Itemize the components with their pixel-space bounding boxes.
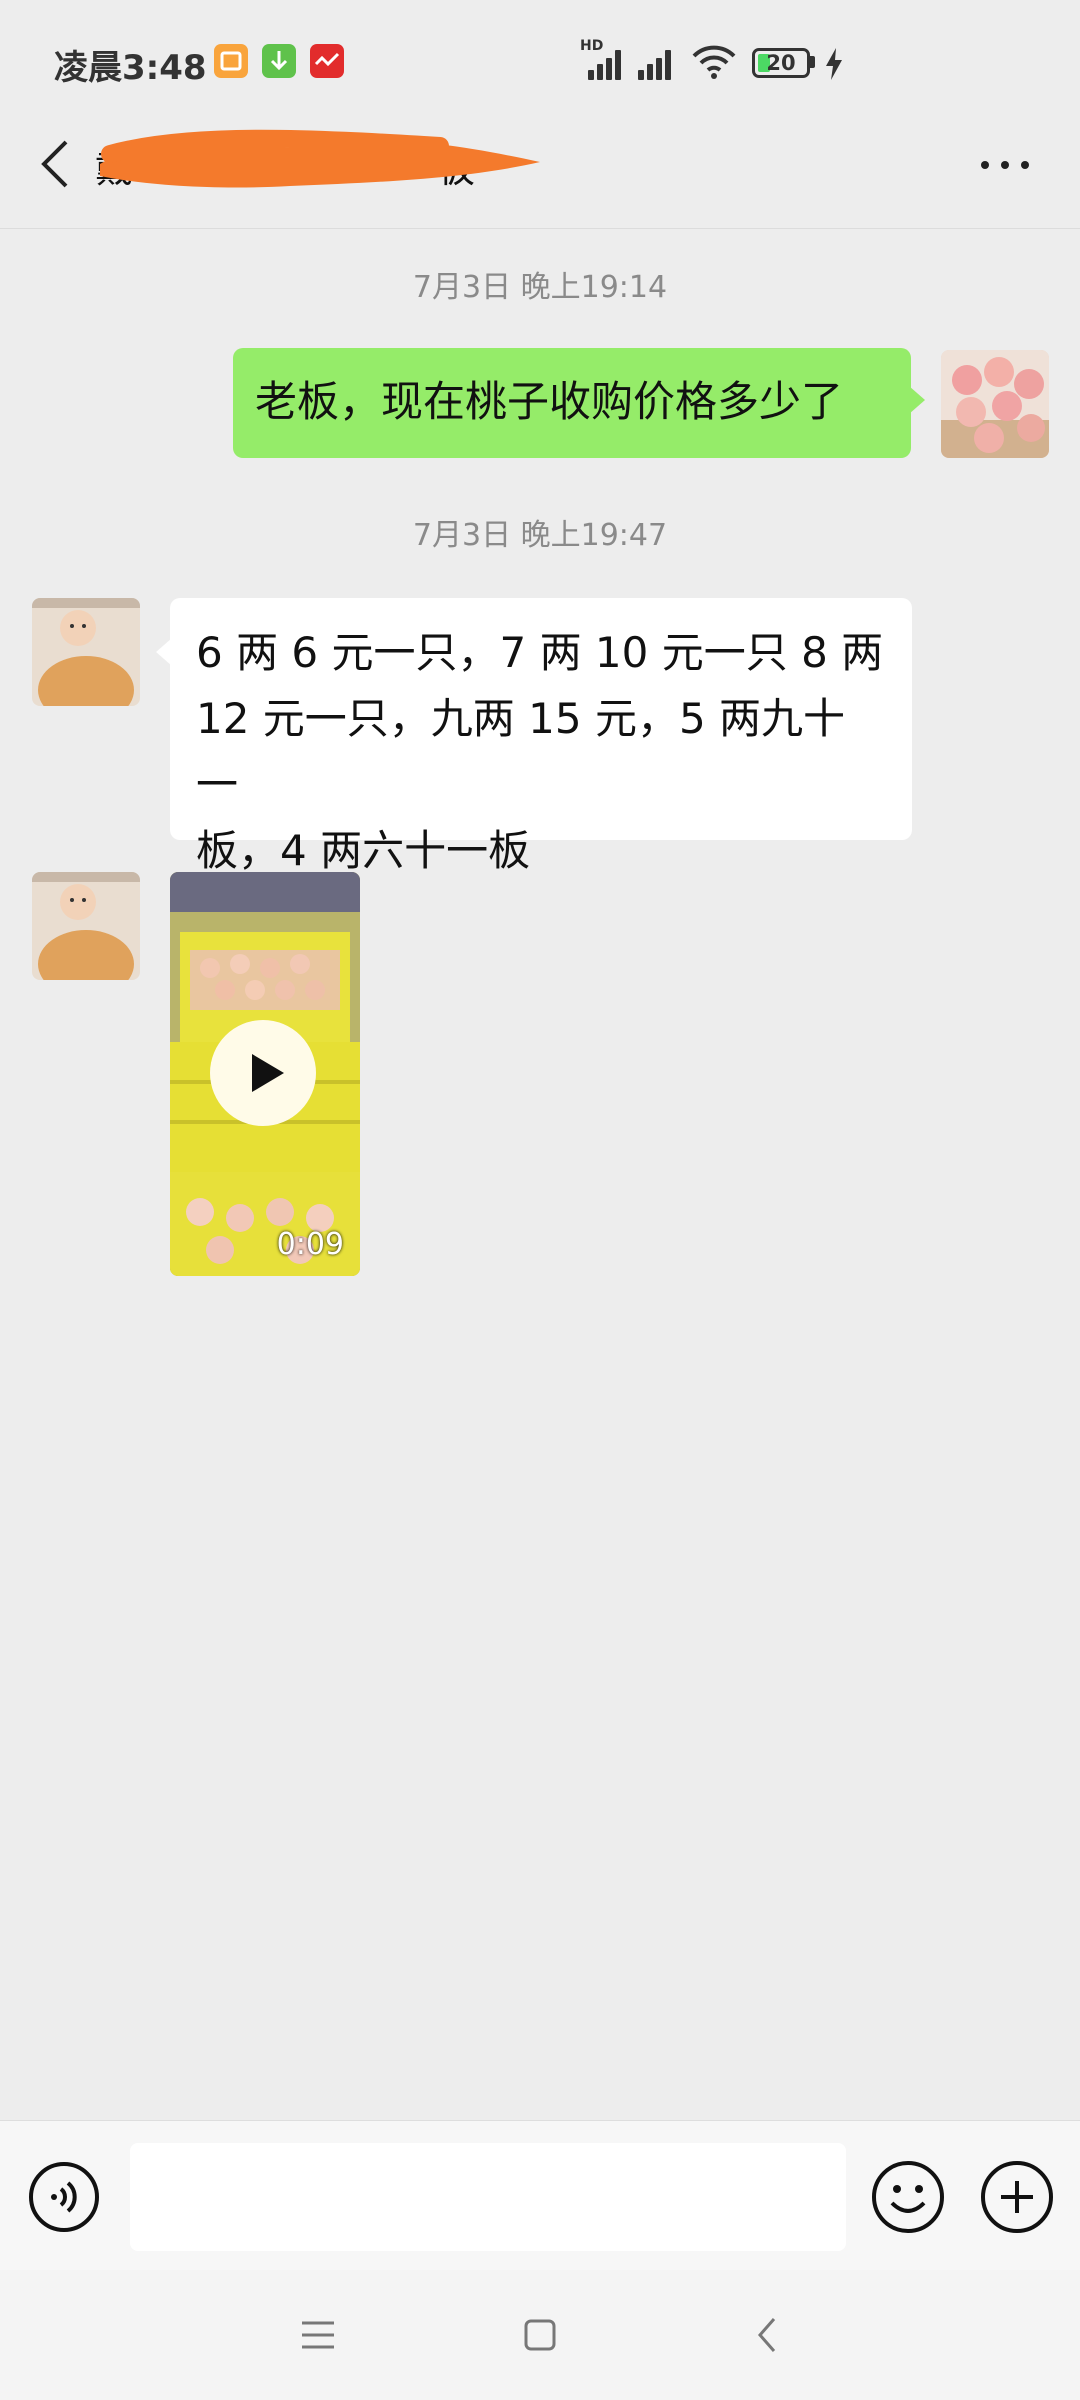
emoji-icon[interactable] — [870, 2159, 946, 2235]
charging-icon — [824, 48, 844, 80]
wifi-icon — [690, 44, 738, 80]
menu-nav-icon[interactable] — [298, 2315, 338, 2355]
message-line: 12 元一只，九两 15 元，5 两九十一 — [196, 694, 846, 809]
voice-icon[interactable] — [28, 2161, 100, 2233]
status-time: 凌晨3:48 — [54, 48, 207, 88]
signal-icon — [636, 40, 678, 80]
my-avatar[interactable] — [941, 350, 1049, 458]
timestamp: 7月3日 晚上19:47 — [412, 518, 668, 553]
input-bar — [0, 2120, 1080, 2271]
message-input[interactable] — [130, 2143, 846, 2251]
message-line: 6 两 6 元一只，7 两 10 元一只 8 两 — [196, 628, 884, 677]
redaction-mark — [90, 124, 550, 194]
play-icon[interactable] — [210, 1020, 316, 1126]
back-nav-icon[interactable] — [748, 2315, 788, 2355]
contact-avatar[interactable] — [32, 872, 140, 980]
header-divider — [0, 228, 1080, 229]
system-nav-bar — [0, 2270, 1080, 2400]
plus-icon[interactable] — [979, 2159, 1055, 2235]
back-arrow-icon[interactable] — [36, 134, 76, 194]
contact-avatar[interactable] — [32, 598, 140, 706]
hd-signal-icon: HD — [580, 38, 626, 80]
home-nav-icon[interactable] — [520, 2315, 560, 2355]
download-app-icon — [262, 44, 296, 78]
battery-icon: 20 — [752, 48, 810, 78]
gallery-app-icon — [214, 44, 248, 78]
status-bar: 凌晨3:48 HD 20 — [0, 0, 1080, 120]
battery-level: 20 — [766, 51, 796, 75]
timestamp: 7月3日 晚上19:14 — [412, 270, 668, 305]
video-message[interactable]: 0:09 — [170, 872, 360, 1276]
video-duration: 0:09 — [276, 1227, 344, 1262]
more-icon[interactable] — [975, 150, 1035, 180]
chat-header: 戴 板 — [0, 110, 1080, 230]
network-label: HD — [580, 38, 604, 54]
news-app-icon — [310, 44, 344, 78]
outgoing-message[interactable]: 老板，现在桃子收购价格多少了 — [233, 348, 925, 458]
incoming-message[interactable]: 6 两 6 元一只，7 两 10 元一只 8 两 12 元一只，九两 15 元，… — [156, 598, 912, 875]
